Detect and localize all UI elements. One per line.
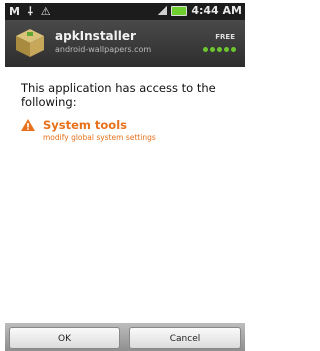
signal-icon	[157, 6, 168, 15]
button-bar: OK Cancel	[5, 323, 245, 351]
ok-button[interactable]: OK	[9, 327, 120, 349]
install-dialog: M ⸸ ⚠ 4:44 AM apkInstaller android-wallp…	[5, 3, 245, 351]
status-bar: M ⸸ ⚠ 4:44 AM	[5, 3, 245, 20]
rating-dot	[210, 47, 215, 52]
clock: 4:44 AM	[191, 4, 242, 17]
price-badge: FREE	[215, 33, 235, 41]
rating-dot	[224, 47, 229, 52]
permission-title: System tools	[43, 118, 127, 132]
warning-icon	[21, 119, 35, 131]
cancel-button[interactable]: Cancel	[129, 327, 241, 349]
status-icons: M ⸸ ⚠	[9, 5, 53, 18]
permissions-panel: This application has access to the follo…	[5, 67, 245, 323]
rating-dot	[203, 47, 208, 52]
app-source: android-wallpapers.com	[55, 45, 152, 54]
rating-dots	[203, 47, 236, 52]
rating-dot	[217, 47, 222, 52]
battery-icon	[171, 5, 188, 16]
app-name: apkInstaller	[55, 29, 136, 43]
access-intro: This application has access to the follo…	[21, 81, 216, 109]
app-header: apkInstaller android-wallpapers.com FREE	[5, 20, 245, 67]
rating-dot	[231, 47, 236, 52]
permission-description: modify global system settings	[43, 133, 156, 142]
status-right: 4:44 AM	[157, 4, 242, 17]
package-icon	[16, 29, 44, 57]
